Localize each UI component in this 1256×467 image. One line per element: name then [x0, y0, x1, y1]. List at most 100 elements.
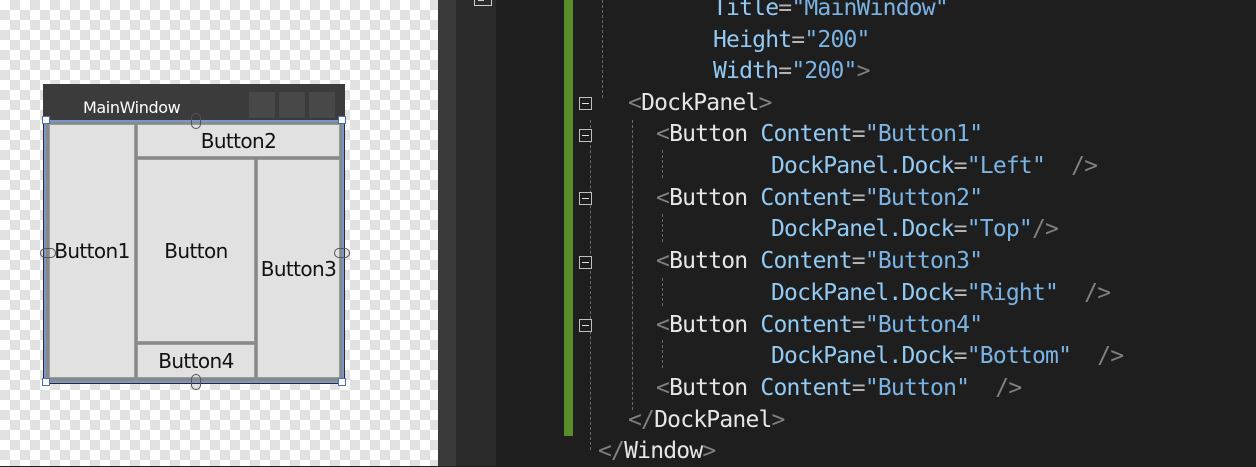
close-icon — [309, 92, 335, 118]
code-line[interactable]: Height="200" — [713, 24, 870, 56]
code-token: Button — [669, 248, 748, 274]
maximize-icon — [279, 92, 305, 118]
code-token: < — [656, 121, 670, 147]
code-token: Width — [713, 58, 779, 84]
code-line[interactable]: </Window> — [598, 435, 716, 467]
margin-link-right-icon[interactable] — [334, 248, 350, 258]
code-line[interactable]: </DockPanel> — [628, 404, 785, 436]
code-token: < — [656, 312, 670, 338]
code-line[interactable]: Width="200"> — [713, 55, 870, 87]
code-token: = — [851, 248, 866, 274]
code-line[interactable]: <Button Content="Button3" — [656, 245, 983, 277]
collapse-button4-icon[interactable] — [579, 319, 592, 332]
code-line[interactable]: DockPanel.Dock="Right" /> — [771, 277, 1111, 309]
code-token: > — [856, 58, 871, 84]
collapse-button3-icon[interactable] — [579, 256, 592, 269]
margin-link-left-icon[interactable] — [40, 248, 56, 258]
button-center-label: Button — [164, 238, 228, 263]
code-token: Button — [669, 375, 748, 401]
code-token: Title — [713, 0, 779, 21]
code-token: Button — [669, 185, 748, 211]
code-line[interactable]: DockPanel.Dock="Left" /> — [771, 150, 1098, 182]
minimize-icon — [249, 92, 275, 118]
code-line[interactable]: <Button Content="Button2" — [656, 182, 983, 214]
outline-guide — [662, 150, 663, 178]
code-token: < — [656, 185, 670, 211]
code-token: = — [778, 0, 792, 21]
code-token: /> — [1071, 343, 1124, 369]
button4-bottom[interactable]: Button4 — [137, 344, 255, 378]
outline-guide — [662, 214, 663, 242]
margin-link-top-icon[interactable] — [191, 113, 201, 129]
code-token: "Button" — [864, 375, 970, 401]
code-token: < — [656, 248, 670, 274]
code-line[interactable]: <Button Content="Button1" — [656, 118, 983, 150]
code-token: DockPanel — [654, 407, 772, 433]
button4-label: Button4 — [158, 349, 234, 373]
code-line[interactable]: DockPanel.Dock="Bottom" /> — [771, 340, 1124, 372]
code-token: > — [771, 407, 786, 433]
outline-guide — [602, 0, 603, 98]
code-token: Button — [669, 312, 748, 338]
pane-splitter[interactable] — [438, 0, 456, 466]
collapse-button1-icon[interactable] — [579, 129, 592, 142]
code-token: = — [851, 121, 866, 147]
editor-margin — [456, 0, 496, 466]
button1-left[interactable]: Button1 — [49, 124, 135, 378]
code-line[interactable]: Title="MainWindow" — [713, 0, 949, 24]
code-token: Content — [747, 185, 852, 211]
button3-label: Button3 — [260, 256, 337, 281]
code-token: Content — [747, 121, 852, 147]
code-token: DockPanel.Dock — [771, 153, 954, 179]
button3-right[interactable]: Button3 — [257, 159, 340, 378]
code-token: </ — [628, 407, 655, 433]
code-token: = — [953, 216, 968, 242]
code-token: = — [953, 280, 968, 306]
code-token: = — [851, 185, 866, 211]
code-token: > — [758, 90, 773, 116]
code-token: Content — [747, 312, 852, 338]
code-token: Height — [713, 27, 792, 53]
code-token: DockPanel.Dock — [771, 343, 954, 369]
code-token: Content — [747, 248, 852, 274]
code-token: /> — [1045, 153, 1098, 179]
code-token: "MainWindow" — [791, 0, 948, 21]
code-line[interactable]: <DockPanel> — [628, 87, 772, 119]
code-token: < — [628, 90, 642, 116]
code-token: "Top" — [966, 216, 1033, 242]
outline-guide — [590, 120, 591, 450]
button-center[interactable]: Button — [137, 159, 255, 342]
code-token: /> — [969, 375, 1022, 401]
code-token: > — [702, 438, 716, 464]
code-token: "Bottom" — [966, 343, 1072, 369]
margin-link-bottom-icon[interactable] — [191, 374, 201, 390]
resize-handle-top-left[interactable] — [42, 116, 50, 124]
collapse-dockpanel-icon[interactable] — [579, 97, 592, 110]
dockpanel[interactable]: Button1 Button2 Button3 Button4 Button — [44, 120, 344, 383]
code-token: DockPanel.Dock — [771, 280, 954, 306]
designer-window[interactable]: MainWindow Button1 Button2 Button3 Butto… — [43, 84, 345, 384]
code-token: "Right" — [966, 280, 1059, 306]
code-line[interactable]: <Button Content="Button" /> — [656, 372, 1022, 404]
resize-handle-top-right[interactable] — [338, 116, 346, 124]
code-token: "200" — [791, 58, 857, 84]
button2-top[interactable]: Button2 — [137, 124, 340, 157]
code-token: /> — [1031, 216, 1059, 242]
code-token: </ — [598, 438, 625, 464]
designer-surface[interactable]: MainWindow Button1 Button2 Button3 Butto… — [0, 0, 438, 466]
code-line[interactable]: <Button Content="Button4" — [656, 309, 983, 341]
code-token: "Button2" — [864, 185, 983, 211]
window-title: MainWindow — [83, 98, 181, 117]
code-token: Content — [747, 375, 852, 401]
resize-handle-bottom-right[interactable] — [338, 378, 346, 386]
code-token: /> — [1058, 280, 1111, 306]
code-token: "Button1" — [864, 121, 983, 147]
code-token: "Button4" — [864, 312, 983, 338]
code-line[interactable]: DockPanel.Dock="Top"/> — [771, 213, 1059, 245]
button2-label: Button2 — [200, 128, 277, 153]
collapse-button2-icon[interactable] — [579, 192, 592, 205]
code-token: = — [851, 312, 866, 338]
outline-guide — [662, 278, 663, 306]
resize-handle-bottom-left[interactable] — [42, 378, 50, 386]
outline-guide — [662, 340, 663, 368]
